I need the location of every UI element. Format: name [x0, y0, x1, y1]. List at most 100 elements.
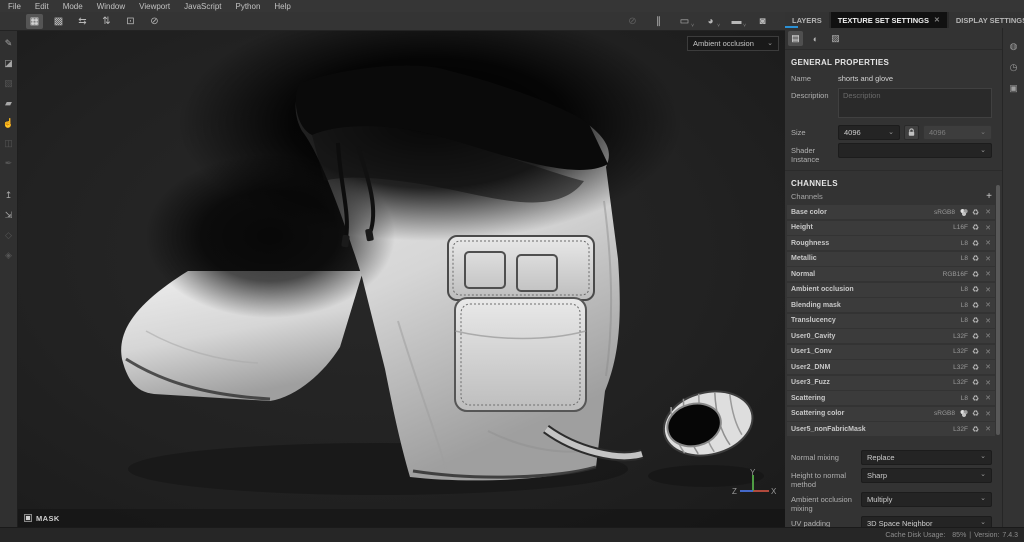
size-locked-dropdown: 4096 ⌄ — [923, 125, 992, 140]
chevron-down-icon: ⌄ — [980, 519, 986, 526]
mixing-dropdown[interactable]: 3D Space Neighbor ⌄ — [861, 515, 992, 527]
status-separator: | — [969, 531, 972, 539]
display-mode-icon[interactable]: ▭ ˅ — [676, 14, 694, 29]
recompute-channel-icon[interactable]: ♻ — [972, 363, 979, 372]
delete-channel-icon[interactable]: ✕ — [985, 317, 991, 325]
recompute-channel-icon[interactable]: ♻ — [972, 394, 979, 403]
recompute-channel-icon[interactable]: ♻ — [972, 270, 979, 279]
delete-channel-icon[interactable]: ✕ — [985, 348, 991, 356]
pause-engine-icon[interactable]: ∥ ˅ — [650, 14, 667, 29]
recompute-channel-icon[interactable]: ♻ — [972, 254, 979, 263]
delete-channel-icon[interactable]: ✕ — [985, 208, 991, 216]
delete-channel-icon[interactable]: ✕ — [985, 332, 991, 340]
delete-channel-icon[interactable]: ✕ — [985, 425, 991, 433]
grid-view-icon[interactable]: ▦ — [26, 13, 43, 29]
active-tab-indicator — [785, 26, 798, 28]
channel-row: User3_Fuzz L32F ♻ ✕ — [787, 375, 995, 390]
recompute-channel-icon[interactable]: ♻ — [972, 409, 979, 418]
resources-updates-button[interactable]: ◇ — [2, 228, 16, 242]
polygon-fill-tool[interactable]: ▰ — [2, 96, 16, 110]
delete-channel-icon[interactable]: ✕ — [985, 410, 991, 418]
recompute-channel-icon[interactable]: ♻ — [972, 223, 979, 232]
shader-instance-dropdown[interactable]: ⌄ — [838, 143, 992, 158]
chevron-down-icon: ˅ — [717, 22, 720, 29]
3d-viewport[interactable]: Ambient occlusion ⌄ X Y Z MASK — [18, 31, 785, 527]
camera-mode-icon[interactable]: ▬ ˅ — [728, 14, 747, 29]
channel-row: Base color sRGB8 ♻ ✕ — [787, 205, 995, 219]
channel-row: Scattering color sRGB8 ♻ ✕ — [787, 406, 995, 421]
delete-channel-icon[interactable]: ✕ — [985, 394, 991, 402]
close-tab-icon[interactable]: ✕ — [934, 16, 940, 24]
send-to-button[interactable]: ⇲ — [2, 208, 16, 222]
recompute-channel-icon[interactable]: ♻ — [972, 332, 979, 341]
menu-item[interactable]: Mode — [63, 2, 83, 11]
material-picker-tool[interactable]: ✒ — [2, 156, 16, 170]
display-settings-button[interactable]: ◈ — [2, 248, 16, 262]
chevron-down-icon: ⌄ — [980, 146, 986, 154]
recompute-channel-icon[interactable]: ♻ — [972, 378, 979, 387]
menu-item[interactable]: Edit — [35, 2, 49, 11]
recompute-channel-icon[interactable]: ♻ — [972, 316, 979, 325]
clone-tool[interactable]: ◫ — [2, 136, 16, 150]
delete-channel-icon[interactable]: ✕ — [985, 379, 991, 387]
channels-header: CHANNELS — [791, 179, 838, 188]
general-properties-header: GENERAL PROPERTIES — [791, 58, 890, 67]
recompute-channel-icon[interactable]: ♻ — [972, 208, 979, 217]
model-render-shorts-and-glove — [121, 31, 764, 495]
menu-item[interactable]: Help — [274, 2, 290, 11]
eraser-tool[interactable]: ◪ — [2, 56, 16, 70]
description-input[interactable] — [838, 88, 992, 118]
delete-channel-icon[interactable]: ✕ — [985, 270, 991, 278]
history-icon[interactable]: ◷ — [1007, 61, 1020, 74]
color-wheel-icon — [960, 208, 968, 216]
add-channel-button[interactable]: + — [986, 191, 992, 201]
focus-frame-icon[interactable]: ⊡ — [122, 14, 139, 29]
smudge-tool[interactable]: ☝ — [2, 116, 16, 130]
size-dropdown[interactable]: 4096 ⌄ — [838, 125, 900, 140]
menu-item[interactable]: File — [8, 2, 21, 11]
recompute-channel-icon[interactable]: ♻ — [972, 347, 979, 356]
recompute-channel-icon[interactable]: ♻ — [972, 425, 979, 434]
menu-item[interactable]: Window — [97, 2, 125, 11]
delete-channel-icon[interactable]: ✕ — [985, 363, 991, 371]
viewport-channel-dropdown[interactable]: Ambient occlusion ⌄ — [687, 36, 779, 51]
grid-lasso-icon[interactable]: ▩ — [50, 14, 67, 29]
tab-texture-set-settings[interactable]: TEXTURE SET SETTINGS ✕ — [830, 12, 947, 28]
recompute-channel-icon[interactable]: ♻ — [972, 301, 979, 310]
delete-channel-icon[interactable]: ✕ — [985, 301, 991, 309]
tab-display-settings[interactable]: DISPLAY SETTINGS — [948, 12, 1024, 28]
chevron-down-icon: ⌄ — [980, 471, 986, 478]
shelf-panel-icon[interactable]: ▣ — [1007, 82, 1020, 95]
shader-warning-icon[interactable]: ⊘ ˅ — [624, 14, 641, 29]
sphere-material-subtab[interactable]: ◐ — [808, 31, 823, 46]
delete-channel-icon[interactable]: ✕ — [985, 224, 991, 232]
export-textures-button[interactable]: ↥ — [2, 188, 16, 202]
viewport-toolbar: ▦ ▩ ⇆ ⇅ ⊡ ⊘ ⊘ ˅ ∥ ˅ ▭ ˅ ◕ ˅ ▬ ˅ ◙ ˅ — [0, 12, 785, 31]
menu-item[interactable]: Python — [236, 2, 261, 11]
delete-channel-icon[interactable]: ✕ — [985, 239, 991, 247]
paint-tool[interactable]: ✎ — [2, 36, 16, 50]
recompute-channel-icon[interactable]: ♻ — [972, 285, 979, 294]
mixing-dropdown[interactable]: Multiply ⌄ — [861, 491, 992, 507]
environment-sphere-icon[interactable]: ◍ — [1007, 40, 1020, 53]
menu-item[interactable]: Viewport — [139, 2, 170, 11]
mask-checkbox-icon[interactable] — [24, 514, 32, 522]
mixing-dropdown[interactable]: Replace ⌄ — [861, 449, 992, 465]
menu-item[interactable]: JavaScript — [184, 2, 221, 11]
panel-scrollbar[interactable] — [996, 185, 1000, 435]
gizmo-mode-icon[interactable]: ◕ ˅ — [702, 14, 720, 29]
screenshot-icon[interactable]: ◙ ˅ — [754, 14, 771, 29]
recompute-channel-icon[interactable]: ♻ — [972, 239, 979, 248]
size-lock-button[interactable] — [904, 125, 919, 140]
delete-channel-icon[interactable]: ✕ — [985, 255, 991, 263]
mirror-horizontal-icon[interactable]: ⇆ — [74, 14, 91, 29]
right-dock-rail: ◍ ◷ ▣ — [1002, 12, 1024, 527]
symmetry-icon[interactable]: ⇅ — [98, 14, 115, 29]
no-symmetry-icon[interactable]: ⊘ — [146, 14, 163, 29]
uv-checker-subtab[interactable]: ▨ — [828, 31, 843, 46]
texture-set-settings-subtab[interactable]: ▤ — [788, 31, 803, 46]
divider — [785, 170, 1002, 171]
projection-tool[interactable]: ▧ — [2, 76, 16, 90]
mixing-dropdown[interactable]: Sharp ⌄ — [861, 467, 992, 483]
delete-channel-icon[interactable]: ✕ — [985, 286, 991, 294]
